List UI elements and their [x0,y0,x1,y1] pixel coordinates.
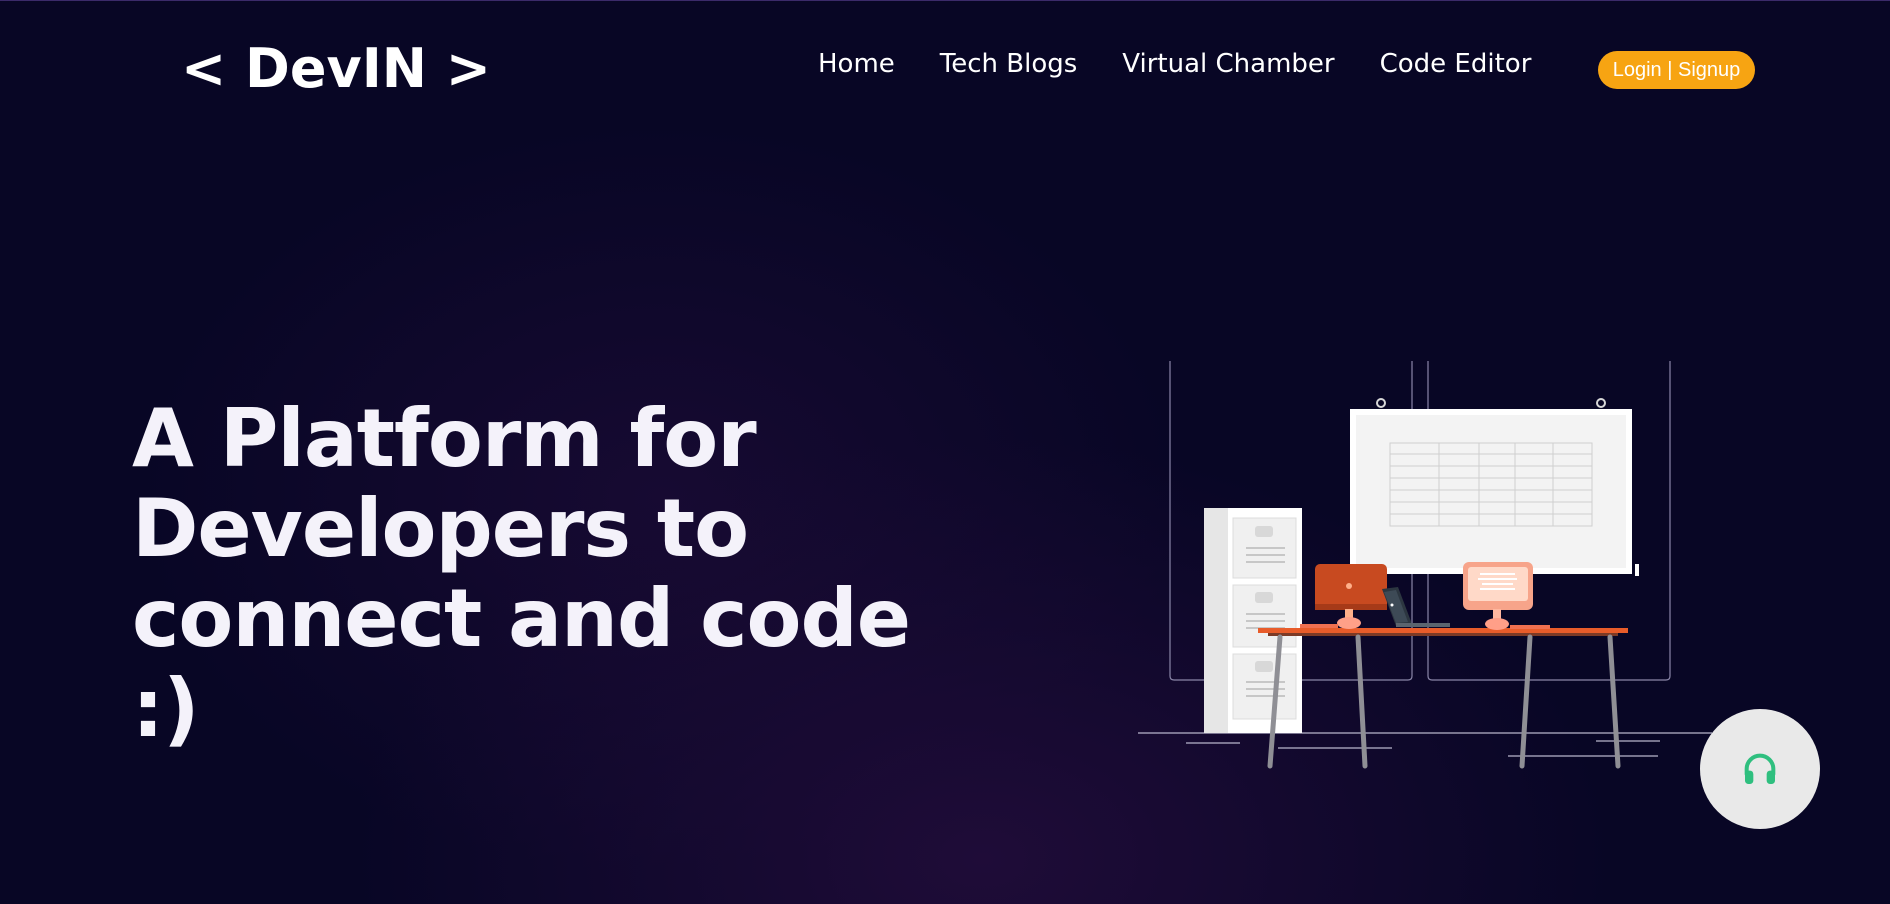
laptop [1382,587,1450,627]
desk [1258,628,1628,769]
hero-title: A Platform for Developers to connect and… [132,394,952,754]
filing-cabinet [1204,508,1302,733]
headphones-icon [1744,753,1776,784]
hero-title-line-2: Developers to [132,482,749,575]
hero-title-line-3: connect and code :) [132,572,911,755]
hero-title-line-1: A Platform for [132,392,757,485]
nav-link-virtual-chamber[interactable]: Virtual Chamber [1122,49,1334,79]
floor-lines [1138,732,1712,757]
top-navbar: < DevIN > Home Tech Blogs Virtual Chambe… [0,1,1890,141]
office-desk-illustration [1138,361,1712,769]
nav-link-home[interactable]: Home [818,49,895,79]
monitor-left [1300,564,1387,629]
nav-link-tech-blogs[interactable]: Tech Blogs [940,49,1078,79]
support-chat-button[interactable] [1700,709,1820,829]
site-logo[interactable]: < DevIN > [181,37,491,100]
login-signup-button[interactable]: Login | Signup [1598,51,1755,89]
nav-link-code-editor[interactable]: Code Editor [1380,49,1532,79]
whiteboard [1350,398,1639,576]
nav-links: Home Tech Blogs Virtual Chamber Code Edi… [818,49,1576,79]
